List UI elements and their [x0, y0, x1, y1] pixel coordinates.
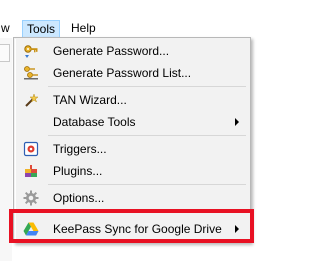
menu-item-tools[interactable]: Tools [22, 20, 60, 38]
menu-options[interactable]: Options... [16, 187, 248, 209]
menu-label: Database Tools [53, 115, 136, 129]
menu-triggers[interactable]: Triggers... [16, 138, 248, 160]
menu-separator [48, 184, 246, 185]
menu-plugins[interactable]: Plugins... [16, 160, 248, 182]
menu-separator [48, 86, 246, 87]
submenu-arrow-icon [235, 118, 239, 126]
menu-database-tools[interactable]: Database Tools [16, 111, 248, 133]
triggers-icon [23, 141, 39, 157]
toolbar-fragment [0, 44, 10, 62]
menu-generate-password[interactable]: Generate Password... [16, 40, 248, 62]
menu-generate-password-list[interactable]: Generate Password List... [16, 62, 248, 84]
gear-icon [23, 190, 39, 206]
key-list-icon [24, 66, 38, 80]
menu-separator [48, 135, 246, 136]
menu-label: Options... [53, 191, 105, 205]
menu-label: Triggers... [53, 142, 107, 156]
plugins-icon [25, 165, 37, 177]
red-highlight-box [9, 209, 254, 243]
key-generate-icon [24, 45, 38, 58]
menu-label: TAN Wizard... [53, 93, 127, 107]
menu-bar: w Tools Help [0, 0, 269, 38]
magic-wand-icon [25, 93, 39, 107]
menu-label: Generate Password List... [53, 66, 192, 80]
menu-label: Generate Password... [53, 44, 170, 58]
menu-label: Plugins... [53, 164, 103, 178]
menu-tan-wizard[interactable]: TAN Wizard... [16, 89, 248, 111]
menu-item-help[interactable]: Help [67, 20, 100, 38]
menu-item-view[interactable]: w [0, 20, 14, 38]
